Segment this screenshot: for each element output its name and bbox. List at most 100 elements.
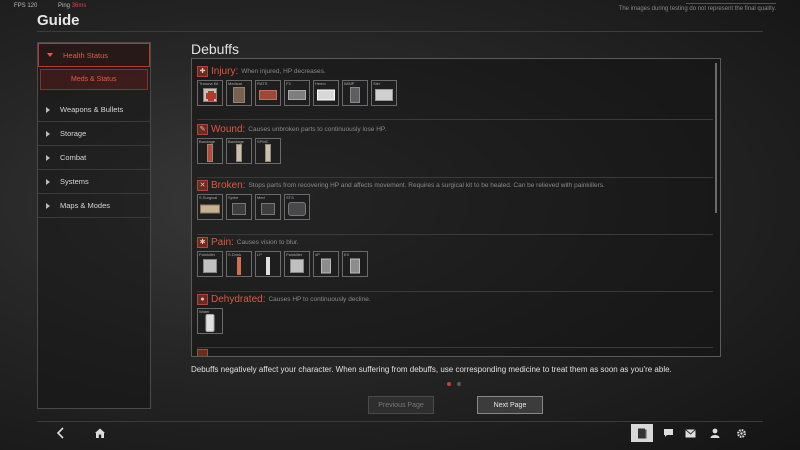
item-ex[interactable]: EX: [342, 251, 368, 277]
pain-icon: ✱: [197, 236, 208, 248]
wound-icon: ✎: [197, 123, 208, 135]
item-spmc[interactable]: SPMC: [255, 138, 281, 164]
item-label: Ster: [373, 81, 381, 86]
chevron-right-icon: [46, 106, 50, 113]
fps-label: FPS: [14, 3, 26, 9]
fps-value: 120: [27, 3, 38, 9]
sidebar-item-label: Combat: [60, 153, 87, 162]
item-s-drink[interactable]: S.Drink: [226, 251, 252, 277]
pills-icon: [290, 258, 304, 273]
debuff-name: Broken:: [211, 179, 246, 191]
splint-icon: [232, 202, 246, 215]
item-hemo[interactable]: Hemo: [313, 80, 339, 106]
item-label: IMMP: [344, 81, 355, 86]
debuff-row-pain: ✱ Pain: Causes vision to blur. Painkille…: [197, 235, 713, 292]
sidebar-item-combat[interactable]: Combat: [38, 146, 150, 170]
med-bag-icon: [233, 86, 245, 103]
item-rats[interactable]: RATS: [255, 80, 281, 106]
water-bottle-icon: [205, 313, 215, 332]
item-label: 4P: [315, 252, 320, 257]
panel-scrollbar[interactable]: [715, 63, 717, 213]
pill-bottle-icon: [321, 258, 331, 274]
item-painkiller-2[interactable]: Painkiller: [284, 251, 310, 277]
item-label: Splint: [228, 195, 239, 200]
item-label: F3: [286, 81, 291, 86]
guide-button[interactable]: [631, 424, 653, 442]
sidebar-subitem-label: Meds & Status: [71, 76, 117, 83]
item-painkiller[interactable]: Painkiller: [197, 251, 223, 277]
pill-bottle-icon: [350, 258, 360, 274]
injector-icon: [266, 256, 270, 275]
home-button[interactable]: [89, 424, 111, 442]
back-button[interactable]: [51, 424, 71, 442]
gear-icon: [736, 428, 746, 438]
chevron-right-icon: [46, 178, 50, 185]
item-label: Trauma Kit: [199, 81, 219, 86]
debuff-row-next: [197, 349, 713, 356]
debuff-description: Causes HP to continuously decline.: [268, 295, 371, 303]
page-dot-2[interactable]: [457, 382, 461, 386]
item-trauma-kit[interactable]: Trauma Kit: [197, 80, 223, 106]
chevron-right-icon: [46, 202, 50, 209]
debuff-row-injury: ✚ Injury: When injured, HP decreases. Tr…: [197, 64, 713, 120]
item-water[interactable]: Water: [197, 308, 223, 334]
sidebar-subitem-meds-status[interactable]: Meds & Status: [40, 69, 148, 90]
medkit-icon: [203, 87, 217, 102]
hud-ping: Ping 36ms: [58, 3, 86, 9]
item-medical[interactable]: Medical: [226, 80, 252, 106]
top-divider: [686, 3, 776, 4]
debuff-list-panel[interactable]: ✚ Injury: When injured, HP decreases. Tr…: [191, 58, 721, 357]
item-sts[interactable]: STS: [284, 194, 310, 220]
item-4p[interactable]: 4P: [313, 251, 339, 277]
next-page-button[interactable]: Next Page: [477, 396, 543, 414]
home-icon: [95, 428, 105, 438]
tin-kit-icon: [288, 89, 306, 100]
bandage-icon: [236, 143, 242, 162]
sterile-pack-icon: [375, 88, 393, 101]
item-splint[interactable]: Splint: [226, 194, 252, 220]
item-label: RATS: [257, 81, 268, 86]
debuff-row-dehydrated: ● Dehydrated: Causes HP to continuously …: [197, 292, 713, 348]
sidebar-item-systems[interactable]: Systems: [38, 170, 150, 194]
sidebar-item-health-status[interactable]: Health Status: [38, 43, 150, 67]
chat-icon: [663, 429, 673, 437]
ping-value: 36ms: [71, 3, 87, 9]
bottom-bar: [37, 421, 763, 443]
chevron-right-icon: [46, 154, 50, 161]
friends-button[interactable]: [704, 424, 726, 442]
surgical-kit-icon: [200, 204, 220, 214]
page-title: Guide: [37, 12, 80, 29]
back-arrow-icon: [56, 427, 64, 439]
item-bandage[interactable]: Bandage: [226, 138, 252, 164]
item-lp[interactable]: LP: [255, 251, 281, 277]
item-label: EX: [344, 252, 350, 257]
settings-button[interactable]: [730, 424, 752, 442]
item-bandage[interactable]: Bandage: [197, 138, 223, 164]
sidebar-item-label: Health Status: [63, 50, 109, 60]
row-divider: [197, 347, 713, 348]
debuff-name: Dehydrated:: [211, 293, 266, 305]
bandage-icon: [207, 143, 213, 162]
bottle-icon: [350, 86, 360, 103]
hud-fps: FPS 120: [14, 3, 37, 9]
previous-page-button[interactable]: Previous Page: [368, 396, 434, 414]
row-divider: [197, 119, 713, 120]
item-ster[interactable]: Ster: [371, 80, 397, 106]
item-med[interactable]: Med: [255, 194, 281, 220]
debuff-description: Stops parts from recovering HP and affec…: [248, 181, 605, 189]
chat-button[interactable]: [657, 424, 679, 442]
chevron-down-icon: [47, 53, 53, 57]
item-surgical-kit[interactable]: S.Surgical: [197, 194, 223, 220]
sidebar-item-weapons-bullets[interactable]: Weapons & Bullets: [38, 98, 150, 122]
footer-description: Debuffs negatively affect your character…: [191, 365, 672, 374]
item-f3[interactable]: F3: [284, 80, 310, 106]
item-label: S.Surgical: [199, 195, 218, 200]
page-dot-1[interactable]: [447, 382, 451, 386]
item-label: Painkiller: [286, 252, 303, 257]
dehydrated-icon: ●: [197, 293, 208, 305]
sidebar-item-maps-modes[interactable]: Maps & Modes: [38, 194, 150, 218]
sidebar-item-storage[interactable]: Storage: [38, 122, 150, 146]
mail-button[interactable]: [679, 424, 701, 442]
disclaimer: The images during testing do not represe…: [618, 6, 776, 12]
item-immp[interactable]: IMMP: [342, 80, 368, 106]
